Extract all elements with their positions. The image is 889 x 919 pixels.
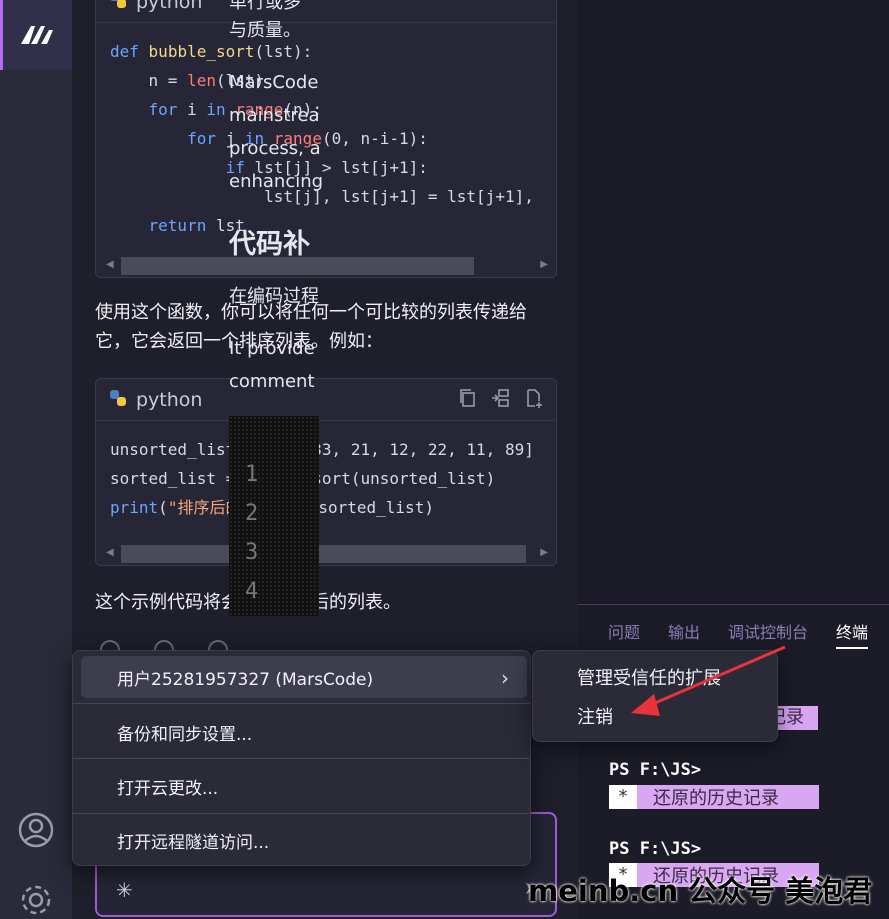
gear-icon[interactable] bbox=[14, 878, 58, 919]
scroll-left-icon[interactable]: ◀ bbox=[106, 547, 114, 558]
code-screenshot-image: 1 2 3 4 bbox=[229, 416, 319, 616]
scrollbar-thumb[interactable] bbox=[121, 545, 526, 563]
menu-item-remote-tunnel[interactable]: 打开远程隧道访问... bbox=[81, 819, 527, 861]
history-star: * bbox=[609, 785, 637, 809]
code-content: def bubble_sort(lst): n = len(lst) for i… bbox=[110, 42, 534, 235]
doc-text: It provide bbox=[229, 338, 315, 359]
code-content: unsorted_list = [64, 33, 21, 12, 22, 11,… bbox=[110, 440, 534, 517]
doc-heading: 代码补 bbox=[229, 229, 310, 260]
new-file-icon[interactable] bbox=[524, 388, 544, 412]
terminal-history-item[interactable]: * 还原的历史记录 bbox=[609, 785, 819, 809]
menu-item-manage-trusted-extensions[interactable]: 管理受信任的扩展 bbox=[577, 664, 721, 690]
line-number: 3 bbox=[245, 540, 259, 565]
activity-bar bbox=[0, 0, 72, 919]
account-context-menu: 用户25281957327 (MarsCode) › 备份和同步设置... 打开… bbox=[72, 650, 531, 866]
marscode-logo-icon[interactable] bbox=[0, 0, 72, 70]
history-label: 还原的历史记录 bbox=[653, 788, 779, 809]
chevron-right-icon: › bbox=[501, 666, 509, 690]
sparkle-icon[interactable]: ✳ bbox=[116, 878, 133, 902]
chat-message-text: 使用这个函数，你可以将任何一个可比较的列表传递给它，它会返回一个排序列表。例如： bbox=[95, 302, 527, 352]
account-submenu: 管理受信任的扩展 注销 bbox=[532, 650, 778, 742]
doc-text: 与质量。 bbox=[229, 20, 301, 41]
menu-item-user-account[interactable]: 用户25281957327 (MarsCode) › bbox=[81, 656, 527, 698]
copy-icon[interactable] bbox=[458, 388, 476, 412]
menu-item-logout[interactable]: 注销 bbox=[577, 703, 613, 729]
code-block-usage-example: python unsorted_list = [64, 33, 21, 12, … bbox=[95, 378, 557, 566]
doc-text: comment bbox=[229, 371, 315, 392]
markdown-preview bbox=[578, 0, 889, 604]
watermark-text: meinb.cn 公众号 美泡君 bbox=[528, 874, 873, 908]
menu-divider bbox=[73, 703, 530, 704]
doc-text: mainstrea bbox=[229, 105, 320, 126]
doc-text: enhancing bbox=[229, 171, 324, 192]
scroll-left-icon[interactable]: ◀ bbox=[106, 259, 114, 270]
scroll-right-icon[interactable]: ▶ bbox=[540, 547, 548, 558]
scroll-right-icon[interactable]: ▶ bbox=[540, 259, 548, 270]
chat-message-text: 这个示例代码将会输出排序后的列表。 bbox=[95, 588, 557, 617]
tab-terminal[interactable]: 终端 bbox=[836, 619, 869, 649]
python-icon bbox=[108, 388, 128, 412]
menu-item-backup-sync[interactable]: 备份和同步设置... bbox=[81, 711, 527, 753]
python-icon bbox=[108, 0, 128, 14]
code-header: python bbox=[96, 0, 556, 23]
account-icon[interactable] bbox=[14, 808, 58, 852]
panel-tabs: 问题 输出 调试控制台 终端 bbox=[608, 619, 869, 649]
menu-item-label: 用户25281957327 (MarsCode) bbox=[117, 669, 374, 690]
insert-code-icon[interactable] bbox=[490, 388, 510, 412]
terminal-prompt: PS F:\JS> bbox=[609, 839, 702, 859]
horizontal-scrollbar[interactable]: ◀ ▶ bbox=[96, 543, 556, 565]
doc-text: 在编码过程 bbox=[229, 286, 319, 307]
menu-divider bbox=[73, 813, 530, 814]
code-language: python bbox=[136, 388, 203, 411]
doc-text: MarsCode bbox=[229, 72, 319, 93]
tab-output[interactable]: 输出 bbox=[668, 619, 700, 649]
horizontal-scrollbar[interactable]: ◀ ▶ bbox=[96, 255, 556, 277]
tab-debug-console[interactable]: 调试控制台 bbox=[728, 619, 808, 649]
line-number: 2 bbox=[245, 501, 259, 526]
menu-item-open-cloud-changes[interactable]: 打开云更改... bbox=[81, 765, 527, 807]
doc-text: process, a bbox=[229, 138, 321, 159]
line-number: 1 bbox=[245, 462, 259, 487]
menu-divider bbox=[73, 758, 530, 759]
tab-problems[interactable]: 问题 bbox=[608, 619, 640, 649]
code-header: python bbox=[96, 379, 556, 421]
code-language: python bbox=[136, 0, 203, 13]
terminal-prompt: PS F:\JS> bbox=[609, 760, 702, 780]
line-number: 4 bbox=[245, 579, 259, 604]
code-block-bubble-sort: python def bubble_sort(lst): n = len(lst… bbox=[95, 0, 557, 278]
